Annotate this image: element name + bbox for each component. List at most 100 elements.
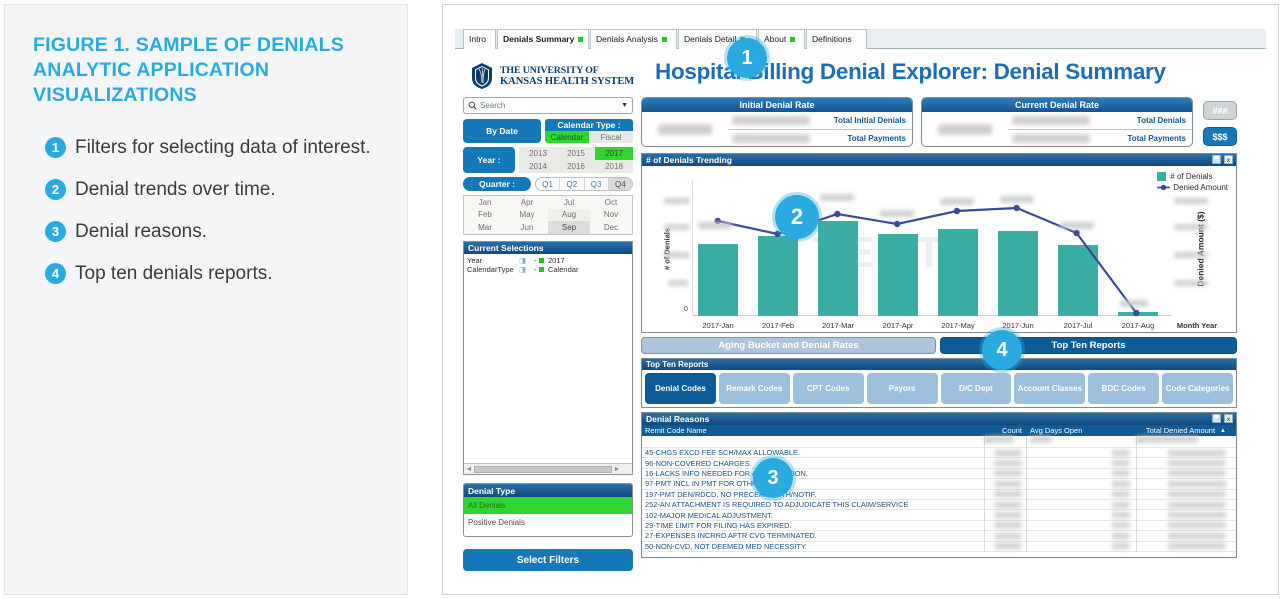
table-row[interactable]: 50-NON-CVD, NOT DEEMED MED NECESSITY. bbox=[642, 542, 1236, 552]
export-excel-icon[interactable]: x bbox=[1224, 155, 1233, 164]
chart-plot-area[interactable]: TEST # of Denials Denied Amount ($) 0 bbox=[642, 166, 1236, 332]
by-date-button[interactable]: By Date bbox=[463, 119, 541, 143]
scroll-left-arrow-icon[interactable]: ◄ bbox=[464, 466, 474, 473]
table-row[interactable]: 96-NON-COVERED CHARGES. bbox=[642, 458, 1236, 469]
year-option-2016[interactable]: 2016 bbox=[557, 160, 595, 173]
figure-caption-panel: FIGURE 1. SAMPLE OF DENIALS ANALYTIC APP… bbox=[4, 4, 408, 595]
table-row[interactable]: 102-MAJOR MEDICAL ADJUSTMENT. bbox=[642, 510, 1236, 521]
tab-denials-summary[interactable]: Denials Summary bbox=[497, 29, 589, 49]
month-option-sep[interactable]: Sep bbox=[548, 221, 590, 234]
month-option-oct[interactable]: Oct bbox=[590, 196, 632, 209]
ttr-tab-remark-codes[interactable]: Remark Codes bbox=[718, 373, 790, 404]
selection-row[interactable]: Year ◨ - 2017 bbox=[464, 256, 632, 265]
quarter-option-q3[interactable]: Q3 bbox=[585, 178, 609, 190]
redacted-value bbox=[1112, 449, 1130, 456]
ttr-tab-payors[interactable]: Payors bbox=[866, 373, 938, 404]
column-header-count[interactable]: Count bbox=[984, 425, 1026, 436]
callout-badge-3: 3 bbox=[45, 221, 66, 242]
scroll-right-arrow-icon[interactable]: ► bbox=[612, 466, 622, 473]
section-toggle-aging-bucket[interactable]: Aging Bucket and Denial Rates bbox=[641, 337, 936, 354]
month-option-feb[interactable]: Feb bbox=[464, 209, 506, 222]
ttr-tab-account-classes[interactable]: Account Classes bbox=[1014, 373, 1086, 404]
search-input[interactable]: Search ▼ bbox=[463, 97, 633, 114]
main-tab-bar: Intro Denials Summary Denials Analysis D… bbox=[455, 29, 1266, 49]
cell-remit-code-name: 252-AN ATTACHMENT IS REQUIRED TO ADJUDIC… bbox=[645, 500, 909, 510]
column-header-avg-days-open[interactable]: Avg Days Open bbox=[1026, 425, 1136, 436]
kpi-current-denial-rate: Current Denial Rate Total Denials Total … bbox=[921, 97, 1193, 147]
year-filter-row: Year : 2013 2015 2017 2014 2016 2018 bbox=[463, 147, 633, 173]
cell-remit-code-name: 27-EXPENSES INCRRD AFTR CVG TERMINATED. bbox=[645, 531, 817, 541]
table-row[interactable]: 252-AN ATTACHMENT IS REQUIRED TO ADJUDIC… bbox=[642, 500, 1236, 511]
ttr-tab-cpt-codes[interactable]: CPT Codes bbox=[792, 373, 864, 404]
ttr-tab-code-categories[interactable]: Code Categories bbox=[1162, 373, 1233, 404]
month-option-apr[interactable]: Apr bbox=[506, 196, 548, 209]
cell-remit-code-name: 29-TIME LIMIT FOR FILING HAS EXPIRED. bbox=[645, 520, 792, 530]
table-row[interactable]: 197-PMT DEN/RDCD, NO PRECERT/AUTH/NOTIF. bbox=[642, 490, 1236, 500]
denial-type-option-positive[interactable]: Positive Denials bbox=[464, 514, 632, 531]
denial-type-option-all[interactable]: All Denials bbox=[464, 497, 632, 514]
redacted-value bbox=[984, 436, 1014, 443]
tab-definitions[interactable]: Definitions bbox=[806, 29, 867, 49]
calendar-type-option-calendar[interactable]: Calendar bbox=[545, 131, 589, 143]
selection-row[interactable]: CalendarType ◨ - Calendar bbox=[464, 265, 632, 274]
export-excel-icon[interactable]: x bbox=[1224, 414, 1233, 423]
quarter-option-q1[interactable]: Q1 bbox=[536, 178, 561, 190]
tab-about[interactable]: About bbox=[758, 29, 805, 49]
redacted-data-label bbox=[698, 222, 732, 229]
table-row[interactable]: 97-PMT INCL IN PMT FOR OTHR SVC/RX. bbox=[642, 479, 1236, 490]
horizontal-scrollbar[interactable]: ◄ ► bbox=[464, 463, 632, 474]
quarter-option-grid: Q1 Q2 Q3 Q4 bbox=[535, 177, 633, 191]
year-option-2015[interactable]: 2015 bbox=[557, 147, 595, 160]
scrollbar-thumb[interactable] bbox=[474, 465, 612, 473]
redacted-value bbox=[732, 134, 810, 143]
quarter-option-q4[interactable]: Q4 bbox=[608, 178, 632, 190]
month-option-jun[interactable]: Jun bbox=[506, 221, 548, 234]
year-option-2017[interactable]: 2017 bbox=[595, 147, 633, 160]
quarter-option-q2[interactable]: Q2 bbox=[560, 178, 585, 190]
year-option-2014[interactable]: 2014 bbox=[519, 160, 557, 173]
eraser-icon[interactable]: ◨ bbox=[519, 256, 531, 265]
eraser-icon[interactable]: ◨ bbox=[519, 265, 531, 274]
calendar-type-option-fiscal[interactable]: Fiscal bbox=[589, 131, 633, 143]
month-option-may[interactable]: May bbox=[506, 209, 548, 222]
year-option-2018[interactable]: 2018 bbox=[595, 160, 633, 173]
table-row[interactable]: 27-EXPENSES INCRRD AFTR CVG TERMINATED. bbox=[642, 531, 1236, 542]
table-row[interactable]: 29-TIME LIMIT FOR FILING HAS EXPIRED. bbox=[642, 520, 1236, 532]
tab-denials-analysis[interactable]: Denials Analysis bbox=[590, 29, 677, 49]
show-counts-button[interactable]: ### bbox=[1203, 101, 1237, 120]
show-dollars-button[interactable]: $$$ bbox=[1203, 127, 1237, 146]
save-icon[interactable] bbox=[1212, 155, 1221, 164]
top-ten-reports-title: Top Ten Reports bbox=[642, 359, 1236, 370]
month-option-mar[interactable]: Mar bbox=[464, 221, 506, 234]
kpi-row: Total Payments bbox=[1008, 129, 1192, 146]
month-option-aug[interactable]: Aug bbox=[548, 208, 590, 222]
kpi-primary-value bbox=[922, 112, 1008, 146]
select-filters-button[interactable]: Select Filters bbox=[463, 549, 633, 571]
save-icon[interactable] bbox=[1212, 414, 1221, 423]
application-viewport: Intro Denials Summary Denials Analysis D… bbox=[455, 17, 1266, 582]
denial-reasons-title-bar: Denial Reasons x bbox=[642, 413, 1236, 425]
legend-entry-denied-amount[interactable]: Denied Amount bbox=[1157, 183, 1228, 192]
month-option-dec[interactable]: Dec bbox=[590, 221, 632, 234]
ttr-tab-denial-codes[interactable]: Denial Codes bbox=[645, 373, 716, 404]
redacted-value bbox=[994, 512, 1022, 519]
ttr-tab-bdc-codes[interactable]: BDC Codes bbox=[1088, 373, 1160, 404]
legend-entry-denials[interactable]: # of Denials bbox=[1157, 172, 1228, 181]
callout-badge-2: 2 bbox=[45, 179, 66, 200]
month-option-jul[interactable]: Jul bbox=[548, 196, 590, 209]
tab-label: Denials Summary bbox=[503, 34, 575, 45]
denial-reasons-table-body[interactable]: 45-CHGS EXCD FEE SCH/MAX ALLOWABLE. 96-N… bbox=[642, 436, 1236, 552]
year-option-2013[interactable]: 2013 bbox=[519, 147, 557, 160]
date-filter-row: By Date Calendar Type : Calendar Fiscal bbox=[463, 119, 633, 143]
redacted-value bbox=[1112, 543, 1130, 550]
column-header-remit-code-name[interactable]: Remit Code Name bbox=[642, 425, 984, 436]
month-option-nov[interactable]: Nov bbox=[590, 209, 632, 222]
current-selections-panel: Current Selections Year ◨ - 2017 Calenda… bbox=[463, 241, 633, 475]
table-row[interactable]: 16-LACKS INFO NEEDED FOR ADJUDICATION. bbox=[642, 469, 1236, 480]
column-header-total-denied-amount[interactable]: Total Denied Amount ▲ bbox=[1136, 425, 1236, 436]
chevron-down-icon[interactable]: ▼ bbox=[621, 102, 628, 109]
tab-intro[interactable]: Intro bbox=[463, 29, 496, 49]
month-option-jan[interactable]: Jan bbox=[464, 196, 506, 209]
ttr-tab-dc-dept[interactable]: D/C Dept bbox=[940, 373, 1012, 404]
table-row[interactable]: 45-CHGS EXCD FEE SCH/MAX ALLOWABLE. bbox=[642, 448, 1236, 459]
